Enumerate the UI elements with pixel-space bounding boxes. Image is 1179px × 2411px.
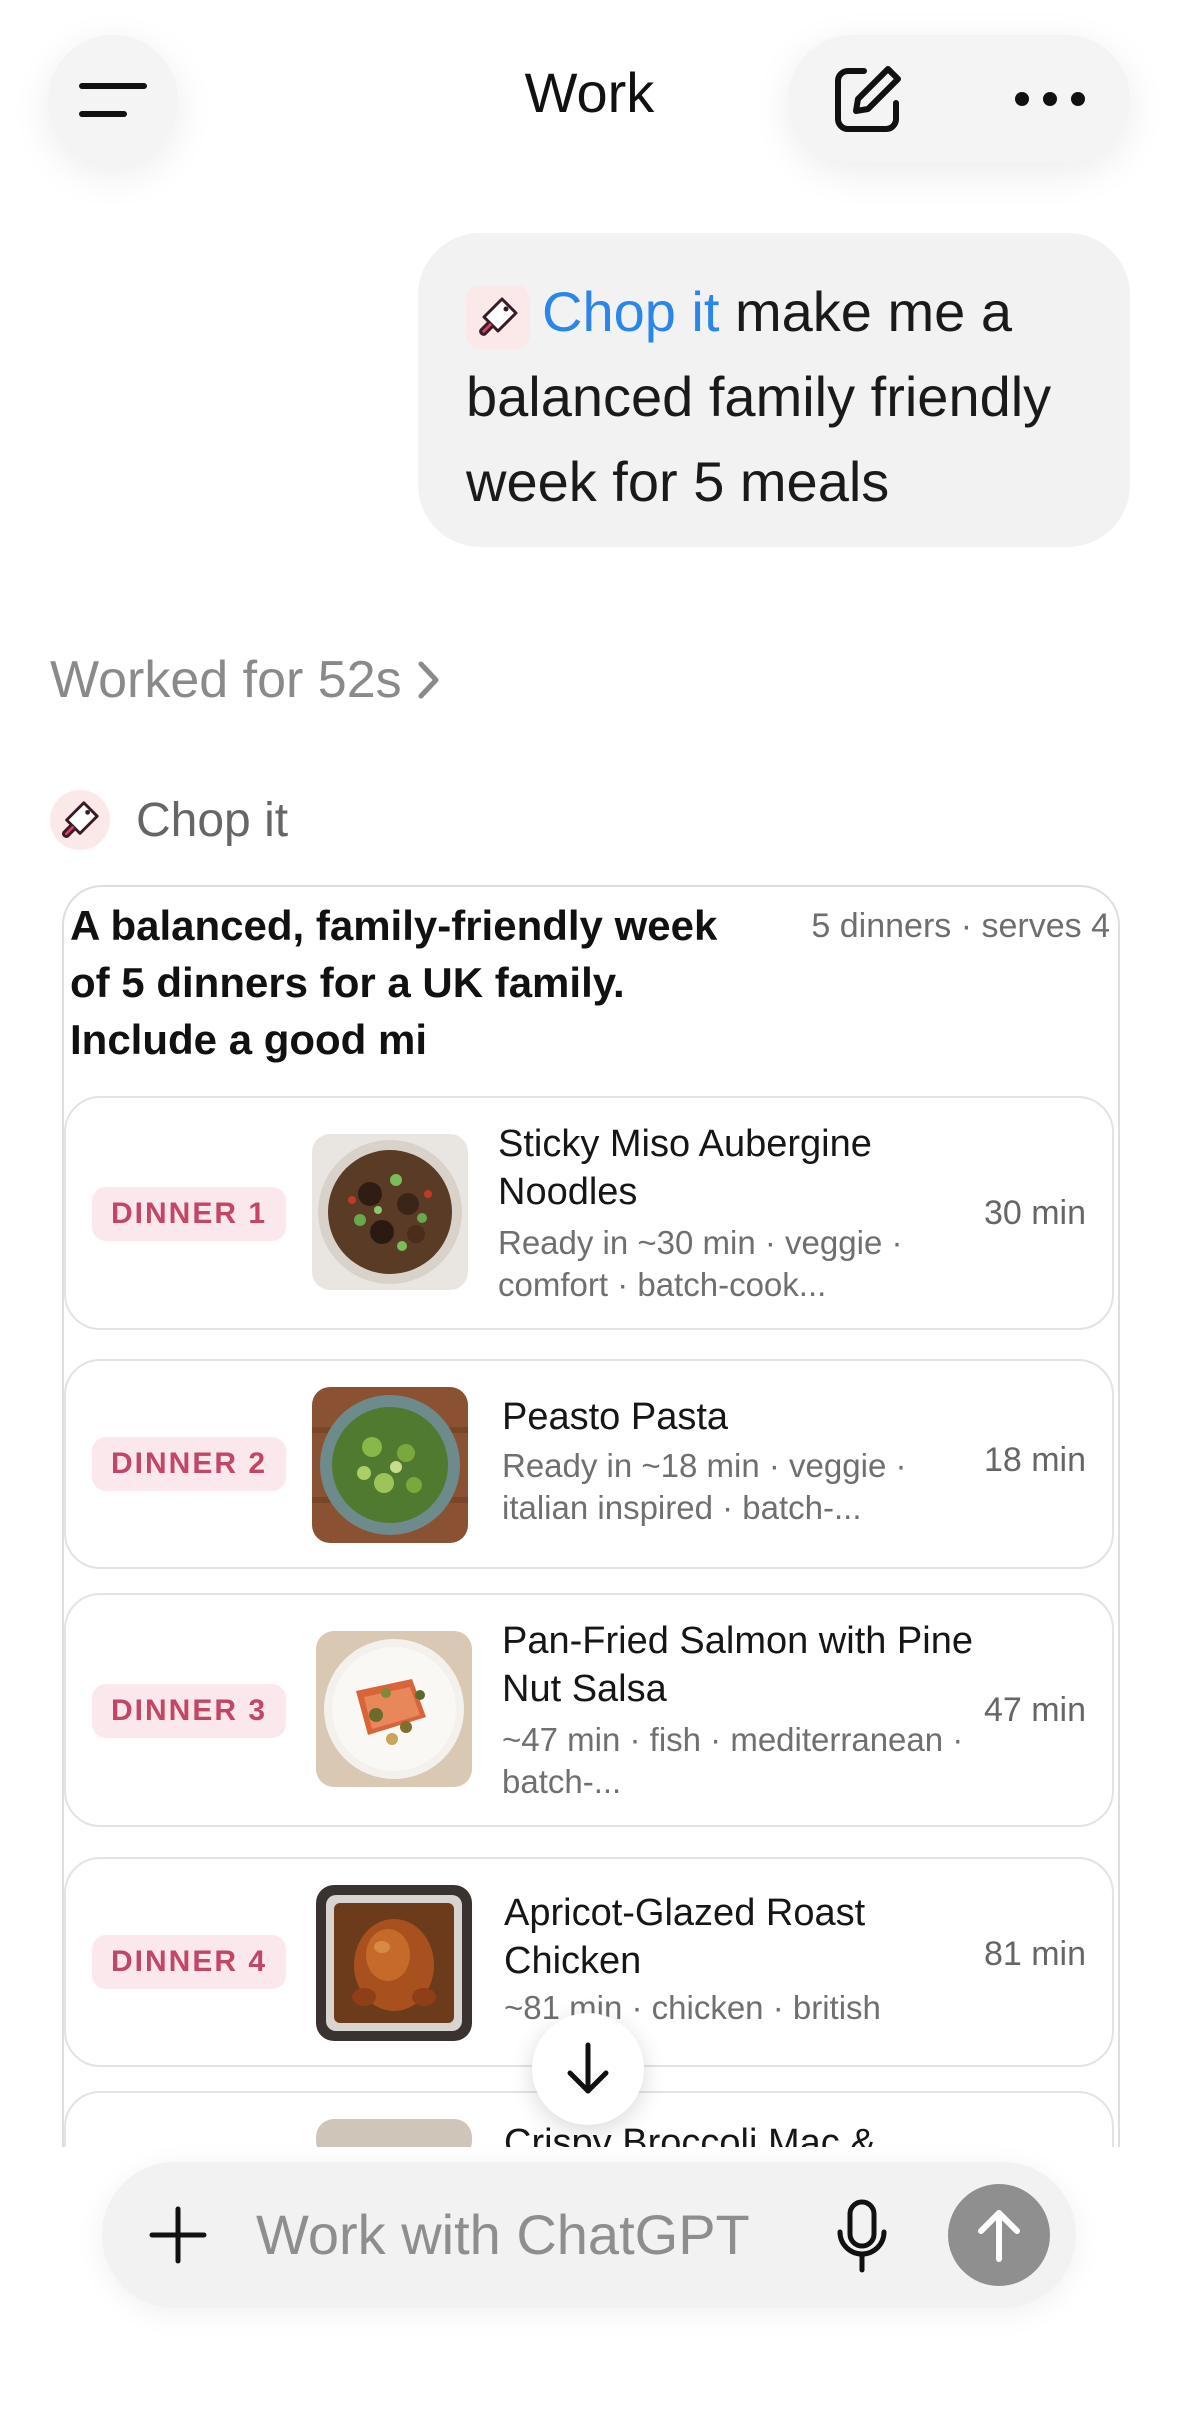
plus-icon [149, 2206, 207, 2264]
message-composer: Work with ChatGPT [102, 2162, 1076, 2308]
dinner-tag: DINNER 3 [92, 1684, 287, 1738]
send-button[interactable] [948, 2184, 1050, 2286]
dinner-tag: DINNER 4 [92, 1935, 287, 1989]
more-dots-icon [1015, 92, 1085, 106]
dinner-tag: DINNER 2 [92, 1437, 287, 1491]
dinner-subtitle: ~47 min · fish · mediterranean · batch-.… [502, 1721, 964, 1800]
dinner-item[interactable]: DINNER 1 Sticky Miso Aubergine Noodles R… [64, 1096, 1114, 1330]
microphone-icon [837, 2199, 887, 2273]
voice-input-button[interactable] [822, 2196, 902, 2276]
dinner-subtitle: Ready in ~18 min · veggie · italian insp… [502, 1447, 907, 1526]
scroll-to-bottom-button[interactable] [532, 2013, 644, 2125]
message-input[interactable]: Work with ChatGPT [256, 2202, 750, 2267]
dinner-item[interactable]: DINNER 2 Peasto Pasta Ready in ~18 min ·… [64, 1359, 1114, 1569]
chevron-right-icon [418, 661, 439, 699]
cleaver-icon [479, 297, 518, 336]
assistant-avatar [50, 790, 110, 850]
dinner-title: Pan-Fried Salmon with Pine Nut Salsa [502, 1620, 973, 1710]
meal-plan-card: A balanced, family-friendly week of 5 di… [62, 885, 1120, 2147]
dinner-image [312, 1134, 468, 1290]
arrow-up-icon [978, 2210, 1020, 2262]
dinner-image [316, 1885, 472, 2041]
arrow-down-icon [567, 2042, 609, 2094]
cleaver-icon [62, 801, 99, 838]
header-actions [788, 35, 1130, 163]
compose-icon [835, 66, 901, 132]
assistant-name: Chop it [136, 793, 289, 847]
chop-it-app-icon [466, 285, 530, 349]
assistant-header: Chop it [50, 790, 288, 850]
dinner-item[interactable]: DINNER 3 Pan-Fried Salmon with Pine Nut … [64, 1593, 1114, 1827]
user-message-bubble: Chop it make me a balanced family friend… [418, 233, 1130, 547]
worked-for-toggle[interactable]: Worked for 52s [50, 650, 442, 710]
dinner-time: 81 min [983, 1935, 1086, 1973]
new-chat-button[interactable] [828, 59, 908, 139]
more-options-button[interactable] [1010, 59, 1090, 139]
dinner-tag: DINNER 1 [92, 1187, 287, 1241]
dinner-image [316, 2119, 472, 2147]
dinner-title: Peasto Pasta [502, 1396, 729, 1438]
dinner-subtitle: Ready in ~30 min · veggie · comfort · ba… [498, 1224, 903, 1303]
dinner-title: Apricot-Glazed Roast Chicken [504, 1892, 866, 1982]
worked-for-label: Worked for 52s [50, 651, 402, 709]
app-mention[interactable]: Chop it [542, 280, 719, 343]
add-attachment-button[interactable] [142, 2199, 214, 2271]
dinner-image [316, 1631, 472, 1787]
plan-heading: A balanced, family-friendly week of 5 di… [70, 902, 718, 1063]
plan-meta: 5 dinners · serves 4 [811, 907, 1110, 945]
dinner-time: 30 min [983, 1194, 1086, 1232]
dinner-title: Sticky Miso Aubergine Noodles [498, 1123, 872, 1213]
dinner-image [312, 1387, 468, 1543]
dinner-time: 18 min [983, 1441, 1086, 1479]
dinner-time: 47 min [983, 1691, 1086, 1729]
